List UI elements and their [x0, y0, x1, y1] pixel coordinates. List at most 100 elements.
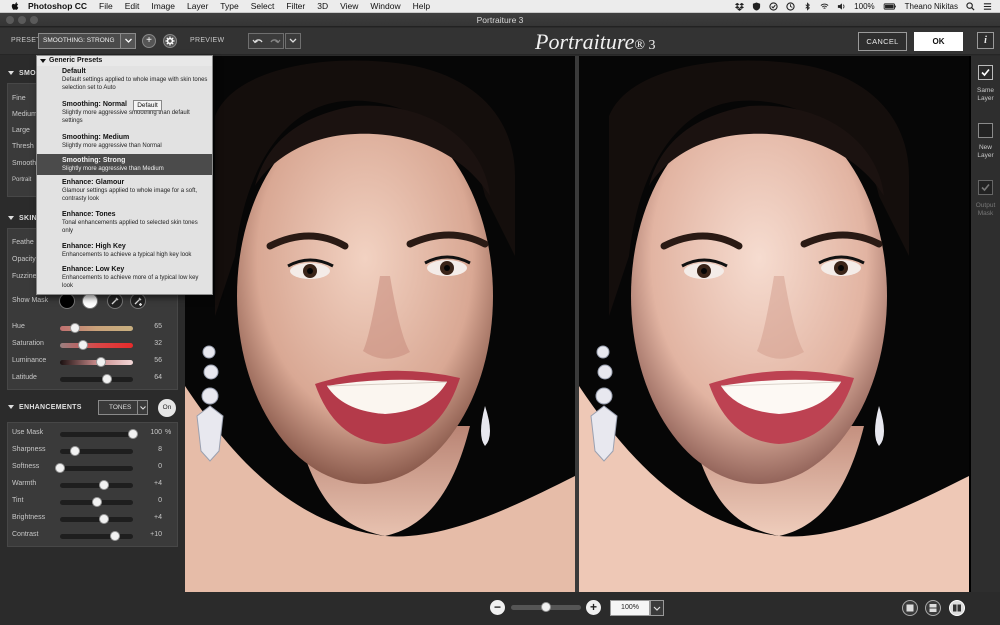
latitude-slider[interactable] — [60, 374, 133, 384]
clock-icon[interactable] — [786, 2, 795, 11]
menu-type[interactable]: Type — [220, 1, 238, 11]
softness-slider[interactable] — [55, 463, 133, 473]
user-name[interactable]: Theano Nikitas — [905, 2, 958, 11]
shield-icon[interactable] — [752, 2, 761, 11]
preset-settings-button[interactable] — [163, 34, 177, 48]
brightness-slider[interactable] — [60, 514, 133, 524]
slider-knob[interactable] — [78, 340, 89, 350]
slider-knob[interactable] — [98, 480, 109, 490]
original-preview[interactable] — [185, 56, 575, 592]
dropbox-icon[interactable] — [735, 2, 745, 11]
menu-window[interactable]: Window — [370, 1, 400, 11]
enhancement-mode-select[interactable]: TONES — [98, 400, 148, 415]
preset-option-enhance-glamour[interactable]: Enhance: Glamour Glamour settings applie… — [37, 178, 212, 208]
bluetooth-icon[interactable] — [803, 2, 812, 11]
chevron-down-icon[interactable] — [120, 34, 135, 48]
preset-option-enhance-tones[interactable]: Enhance: Tones Tonal enhancements applie… — [37, 210, 212, 240]
menu-edit[interactable]: Edit — [125, 1, 140, 11]
sharpness-slider[interactable] — [60, 446, 133, 456]
slider-knob[interactable] — [95, 357, 106, 367]
slider-knob[interactable] — [128, 429, 138, 439]
slider-knob[interactable] — [98, 514, 109, 524]
zoom-in-button[interactable]: + — [586, 600, 601, 615]
preset-option-smoothing-strong[interactable]: Smoothing: Strong Slightly more aggressi… — [37, 154, 212, 175]
zoom-slider[interactable] — [511, 602, 581, 612]
luminance-slider[interactable] — [60, 357, 133, 367]
menu-app-name[interactable]: Photoshop CC — [28, 1, 87, 11]
sync-icon[interactable] — [769, 2, 778, 11]
tint-slider[interactable] — [60, 497, 133, 507]
split-vertical-view-button[interactable] — [949, 600, 965, 616]
preset-option-smoothing-normal[interactable]: Smoothing: Normal Slightly more aggressi… — [37, 100, 212, 132]
menu-image[interactable]: Image — [151, 1, 175, 11]
menu-layer[interactable]: Layer — [187, 1, 208, 11]
eyedropper-plus-button[interactable] — [130, 293, 146, 309]
menu-3d[interactable]: 3D — [317, 1, 328, 11]
battery-icon[interactable] — [883, 2, 897, 11]
zoom-window-button[interactable] — [30, 16, 38, 24]
collapse-triangle-icon[interactable] — [8, 71, 14, 76]
preset-option-enhance-high-key[interactable]: Enhance: High Key Enhancements to achiev… — [37, 242, 212, 264]
preset-select-value: SMOOTHING: STRONG — [43, 37, 115, 44]
menu-view[interactable]: View — [340, 1, 358, 11]
warmth-slider[interactable] — [60, 480, 133, 490]
preview-canvas[interactable] — [185, 56, 971, 592]
collapse-triangle-icon[interactable] — [8, 405, 14, 410]
spotlight-icon[interactable] — [966, 2, 975, 11]
collapse-triangle-icon[interactable] — [8, 216, 14, 221]
slider-knob[interactable] — [109, 531, 120, 541]
zoom-level-field[interactable]: 100% — [610, 600, 650, 616]
preset-option-title: Enhance: Tones — [62, 211, 116, 218]
slider-knob[interactable] — [69, 323, 80, 333]
split-horizontal-view-button[interactable] — [925, 600, 941, 616]
undo-icon[interactable] — [252, 36, 264, 47]
checkmark-icon — [981, 183, 990, 192]
preset-option-default[interactable]: Default Default settings applied to whol… — [37, 67, 212, 99]
menu-select[interactable]: Select — [251, 1, 275, 11]
redo-icon[interactable] — [269, 36, 281, 47]
same-layer-checkbox[interactable] — [978, 65, 993, 80]
history-dropdown-button[interactable] — [285, 33, 301, 49]
retouched-preview[interactable] — [579, 56, 969, 592]
preset-option-title: Smoothing: Medium — [62, 134, 130, 141]
menu-file[interactable]: File — [99, 1, 113, 11]
preset-option-enhance-low-key[interactable]: Enhance: Low Key Enhancements to achieve… — [37, 265, 212, 295]
contrast-slider[interactable] — [60, 531, 133, 541]
close-window-button[interactable] — [6, 16, 14, 24]
mask-black-swatch[interactable] — [59, 293, 75, 309]
add-preset-button[interactable]: + — [142, 34, 156, 48]
slider-knob[interactable] — [69, 446, 80, 456]
preset-select[interactable]: SMOOTHING: STRONG — [38, 33, 136, 49]
slider-knob[interactable] — [541, 602, 551, 612]
wifi-icon[interactable] — [820, 2, 829, 11]
enhancements-on-toggle[interactable]: On — [158, 399, 176, 417]
chevron-down-icon[interactable] — [137, 401, 147, 414]
zoom-dropdown-button[interactable] — [650, 600, 664, 616]
slider-knob[interactable] — [91, 497, 102, 507]
eyedropper-button[interactable] — [107, 293, 123, 309]
minimize-window-button[interactable] — [18, 16, 26, 24]
single-view-button[interactable] — [902, 600, 918, 616]
zoom-out-button[interactable]: − — [490, 600, 505, 615]
notification-center-icon[interactable] — [983, 2, 992, 11]
menu-filter[interactable]: Filter — [286, 1, 305, 11]
info-button[interactable]: i — [977, 32, 994, 49]
menu-help[interactable]: Help — [413, 1, 430, 11]
ok-button[interactable]: OK — [914, 32, 963, 51]
slider-knob[interactable] — [101, 374, 112, 384]
mac-menubar: Photoshop CC File Edit Image Layer Type … — [0, 0, 1000, 13]
saturation-slider[interactable] — [60, 340, 133, 350]
cancel-button[interactable]: CANCEL — [858, 32, 907, 51]
new-layer-checkbox[interactable] — [978, 123, 993, 138]
hue-slider[interactable] — [60, 323, 133, 333]
use-mask-slider[interactable] — [60, 429, 138, 439]
preset-option-desc: Default settings applied to whole image … — [62, 77, 208, 91]
preset-group-header[interactable]: Generic Presets — [37, 56, 212, 66]
mask-white-swatch[interactable] — [82, 293, 98, 309]
slider-knob[interactable] — [55, 463, 65, 473]
apple-icon[interactable] — [10, 1, 20, 11]
volume-icon[interactable] — [837, 2, 846, 11]
output-mask-checkbox[interactable] — [978, 180, 993, 195]
preset-option-title: Smoothing: Strong — [62, 157, 126, 164]
preset-option-smoothing-medium[interactable]: Smoothing: Medium Slightly more aggressi… — [37, 133, 212, 153]
